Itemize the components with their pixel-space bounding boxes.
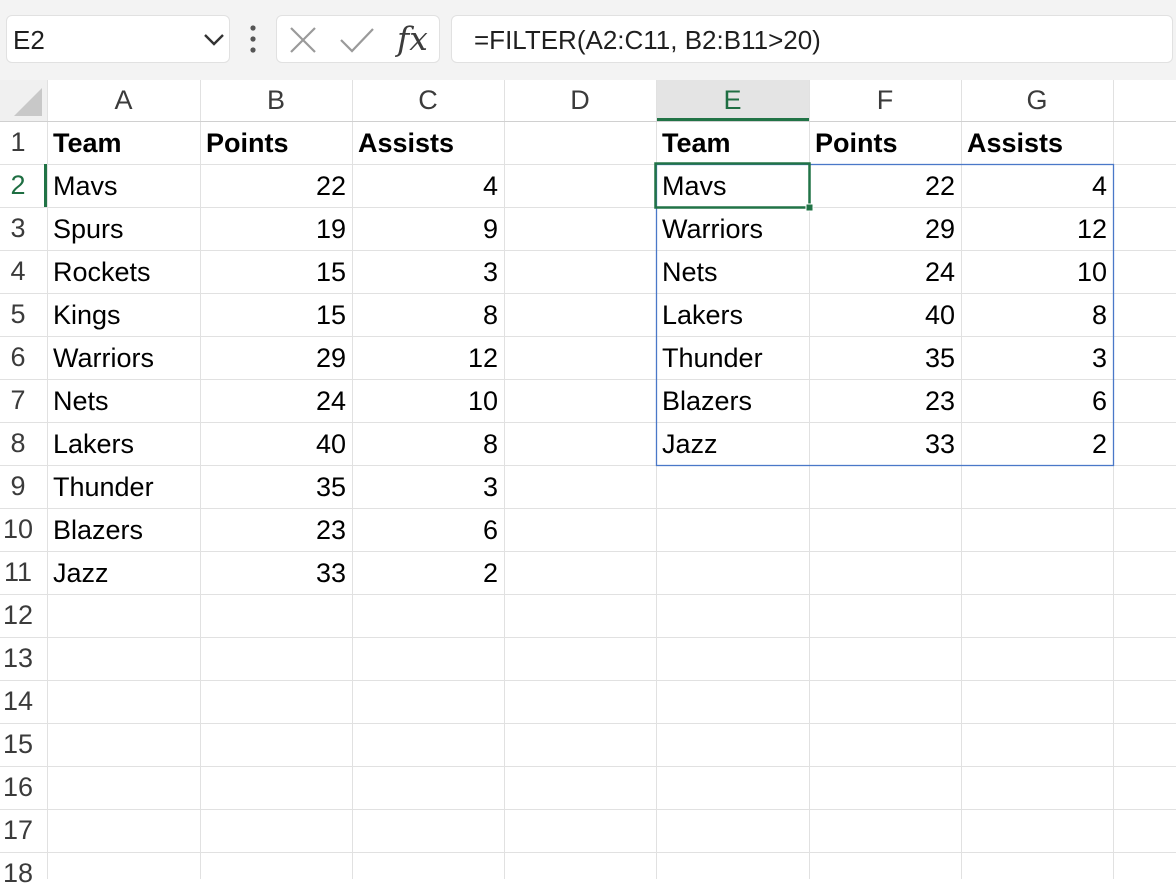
source-table-cell[interactable]: Spurs bbox=[47, 207, 200, 250]
source-table-cell[interactable]: 23 bbox=[200, 508, 352, 551]
filtered-table-cell[interactable]: Mavs bbox=[656, 164, 809, 207]
filtered-table-cell[interactable]: 12 bbox=[961, 207, 1113, 250]
row-header-16[interactable]: 16 bbox=[0, 766, 36, 809]
row-header-1[interactable]: 1 bbox=[0, 121, 36, 164]
filtered-table-header-cell[interactable]: Points bbox=[809, 121, 961, 164]
filtered-table-cell[interactable]: 40 bbox=[809, 293, 961, 336]
source-table-cell[interactable]: 29 bbox=[200, 336, 352, 379]
column-header-f[interactable]: F bbox=[809, 80, 961, 121]
x-icon[interactable] bbox=[289, 26, 317, 54]
source-table-cell[interactable]: 8 bbox=[352, 422, 504, 465]
filtered-table-header-cell[interactable]: Assists bbox=[961, 121, 1113, 164]
row-header-12[interactable]: 12 bbox=[0, 594, 36, 637]
source-table-cell[interactable]: 10 bbox=[352, 379, 504, 422]
source-table-cell[interactable]: 3 bbox=[352, 250, 504, 293]
row-header-10[interactable]: 10 bbox=[0, 508, 36, 551]
formula-input[interactable]: =FILTER(A2:C11, B2:B11>20) bbox=[474, 25, 821, 56]
source-table-cell[interactable]: Warriors bbox=[47, 336, 200, 379]
row-header-14[interactable]: 14 bbox=[0, 680, 36, 723]
row-header-18[interactable]: 18 bbox=[0, 852, 36, 895]
filtered-table-cell[interactable]: 23 bbox=[809, 379, 961, 422]
source-table-cell[interactable]: Rockets bbox=[47, 250, 200, 293]
source-table-cell[interactable]: 2 bbox=[352, 551, 504, 594]
filtered-table-cell[interactable]: 35 bbox=[809, 336, 961, 379]
column-header-g[interactable]: G bbox=[961, 80, 1113, 121]
source-table-cell[interactable]: Mavs bbox=[47, 164, 200, 207]
filtered-table-cell[interactable]: 3 bbox=[961, 336, 1113, 379]
source-table-cell[interactable]: Lakers bbox=[47, 422, 200, 465]
filtered-table-cell[interactable]: Thunder bbox=[656, 336, 809, 379]
row-header-3[interactable]: 3 bbox=[0, 207, 36, 250]
checkmark-icon[interactable] bbox=[339, 26, 375, 54]
vertical-ellipsis-icon[interactable] bbox=[246, 22, 260, 56]
source-table-cell[interactable]: 12 bbox=[352, 336, 504, 379]
row-header-15[interactable]: 15 bbox=[0, 723, 36, 766]
filtered-table-cell[interactable]: Jazz bbox=[656, 422, 809, 465]
chevron-down-icon[interactable] bbox=[202, 31, 226, 49]
formula-bar[interactable]: =FILTER(A2:C11, B2:B11>20) bbox=[451, 15, 1173, 63]
filtered-table-cell[interactable]: 4 bbox=[961, 164, 1113, 207]
column-header-c[interactable]: C bbox=[352, 80, 504, 121]
row-header-17[interactable]: 17 bbox=[0, 809, 36, 852]
source-table-cell[interactable]: 40 bbox=[200, 422, 352, 465]
source-table-header-cell[interactable]: Points bbox=[200, 121, 352, 164]
row-header-8[interactable]: 8 bbox=[0, 422, 36, 465]
filtered-table-cell[interactable]: 10 bbox=[961, 250, 1113, 293]
filtered-table-header-cell[interactable]: Team bbox=[656, 121, 809, 164]
source-table-cell[interactable]: 19 bbox=[200, 207, 352, 250]
row-header-7[interactable]: 7 bbox=[0, 379, 36, 422]
source-table-cell[interactable]: 4 bbox=[352, 164, 504, 207]
row-header-2[interactable]: 2 bbox=[0, 164, 36, 207]
filtered-table-cell[interactable]: 24 bbox=[809, 250, 961, 293]
formula-controls: fx bbox=[276, 15, 440, 63]
column-header-b[interactable]: B bbox=[200, 80, 352, 121]
row-header-11[interactable]: 11 bbox=[0, 551, 36, 594]
column-header-a[interactable]: A bbox=[47, 80, 200, 121]
source-table-cell[interactable]: Jazz bbox=[47, 551, 200, 594]
source-table-cell[interactable]: 6 bbox=[352, 508, 504, 551]
filtered-table-cell[interactable]: 2 bbox=[961, 422, 1113, 465]
filtered-table-cell[interactable]: Nets bbox=[656, 250, 809, 293]
filtered-table-cell[interactable]: 29 bbox=[809, 207, 961, 250]
source-table-cell[interactable]: 8 bbox=[352, 293, 504, 336]
name-box-value: E2 bbox=[13, 25, 45, 55]
source-table-header-cell[interactable]: Assists bbox=[352, 121, 504, 164]
source-table-header-cell[interactable]: Team bbox=[47, 121, 200, 164]
source-table-cell[interactable]: Thunder bbox=[47, 465, 200, 508]
row-header-5[interactable]: 5 bbox=[0, 293, 36, 336]
filtered-table-cell[interactable]: Blazers bbox=[656, 379, 809, 422]
source-table-cell[interactable]: Kings bbox=[47, 293, 200, 336]
filtered-table-cell[interactable]: 8 bbox=[961, 293, 1113, 336]
source-table-cell[interactable]: 15 bbox=[200, 293, 352, 336]
row-header-9[interactable]: 9 bbox=[0, 465, 36, 508]
source-table-cell[interactable]: Nets bbox=[47, 379, 200, 422]
filtered-table-cell[interactable]: 33 bbox=[809, 422, 961, 465]
filtered-table-cell[interactable]: Warriors bbox=[656, 207, 809, 250]
insert-function-button[interactable]: fx bbox=[397, 19, 428, 58]
column-header-d[interactable]: D bbox=[504, 80, 656, 121]
source-table-cell[interactable]: 22 bbox=[200, 164, 352, 207]
source-table-cell[interactable]: 15 bbox=[200, 250, 352, 293]
source-table-cell[interactable]: Blazers bbox=[47, 508, 200, 551]
filtered-table-cell[interactable]: Lakers bbox=[656, 293, 809, 336]
source-table-cell[interactable]: 35 bbox=[200, 465, 352, 508]
source-table-cell[interactable]: 24 bbox=[200, 379, 352, 422]
name-box[interactable]: E2 bbox=[6, 15, 230, 63]
source-table-cell[interactable]: 9 bbox=[352, 207, 504, 250]
filtered-table-cell[interactable]: 6 bbox=[961, 379, 1113, 422]
row-header-6[interactable]: 6 bbox=[0, 336, 36, 379]
column-header-e[interactable]: E bbox=[656, 80, 809, 121]
source-table-cell[interactable]: 3 bbox=[352, 465, 504, 508]
filtered-table-cell[interactable]: 22 bbox=[809, 164, 961, 207]
row-header-13[interactable]: 13 bbox=[0, 637, 36, 680]
row-header-4[interactable]: 4 bbox=[0, 250, 36, 293]
source-table-cell[interactable]: 33 bbox=[200, 551, 352, 594]
spreadsheet-grid[interactable]: ABCDEFG 1 2 3 4 5 6 7 8 9 10 11 12 13 14 15 16 17 18 Team… bbox=[0, 80, 1176, 888]
ribbon-formula-area: E2 fx =FILTER(A2:C11, B2:B11>20) bbox=[0, 0, 1176, 80]
